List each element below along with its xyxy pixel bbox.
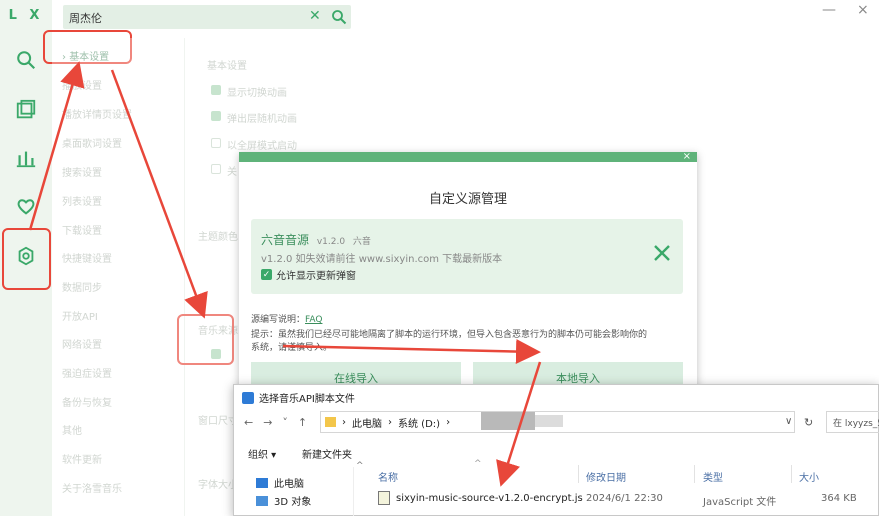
faq-link[interactable]: FAQ <box>305 315 322 325</box>
dialog-title: 自定义源管理 <box>428 192 507 207</box>
file-modified: 2024/6/1 22:30 <box>586 493 663 504</box>
minimize-button[interactable]: — <box>822 2 836 18</box>
folder-search-input[interactable]: 在 lxyyzs_5 <box>826 411 879 433</box>
app-logo: L X <box>8 8 44 23</box>
column-header-name[interactable]: 名称 <box>378 469 398 484</box>
refresh-icon[interactable]: ↻ <box>804 416 813 429</box>
column-header-type[interactable]: 类型 <box>703 469 723 484</box>
search-submit-icon[interactable] <box>331 9 347 25</box>
chevron-down-icon[interactable]: ∨ <box>785 416 792 427</box>
search-nav-button[interactable] <box>6 40 46 80</box>
tree-label: 此电脑 <box>274 479 304 490</box>
nav-arrow-buttons[interactable]: ←→˅↑ <box>244 416 317 429</box>
picker-title-bar: 选择音乐API脚本文件 <box>242 390 355 405</box>
tip-faq-row: 源编写说明：FAQ <box>251 312 322 325</box>
tree-label: 3D 对象 <box>274 497 312 508</box>
folder-icon <box>325 417 336 427</box>
custom-source-dialog: × 自定义源管理 六音音源 v1.2.0 六音 v1.2.0 如失效请前往 ww… <box>239 152 697 394</box>
app-window-icon <box>242 391 254 404</box>
search-icon <box>17 51 36 70</box>
source-name: 六音音源 <box>261 233 310 247</box>
allow-update-popup-label: 允许显示更新弹窗 <box>276 271 356 282</box>
breadcrumb-item[interactable]: 此电脑 <box>352 415 382 430</box>
source-version: v1.2.0 <box>316 237 346 247</box>
file-name[interactable]: sixyin-music-source-v1.2.0-encrypt.js <box>396 493 583 504</box>
settings-highlight-box <box>2 228 51 290</box>
file-type: JavaScript 文件 <box>703 497 777 508</box>
tree-item-3d-objects[interactable]: 3D 对象 <box>256 493 311 508</box>
organize-menu[interactable]: 组织 ▾ <box>248 446 276 461</box>
sort-indicator-icon: ^ <box>474 459 482 469</box>
tip-warning-cont: 系统，请谨慎导入。 <box>251 343 333 353</box>
favorites-nav-button[interactable] <box>6 186 46 226</box>
source-author: 六音 <box>352 237 371 247</box>
heart-icon <box>17 199 35 215</box>
file-picker-window: 选择音乐API脚本文件 ←→˅↑ › 此电脑 › 系统 (D:) › ∨ ↻ 在… <box>233 384 879 516</box>
source-description: v1.2.0 如失效请前往 www.sixyin.com 下载最新版本 <box>261 254 503 265</box>
scroll-up-icon[interactable]: ^ <box>356 461 364 471</box>
computer-icon <box>256 477 268 488</box>
column-separator[interactable] <box>791 465 792 483</box>
close-window-button[interactable]: × <box>857 2 869 18</box>
source-name-row: 六音音源 v1.2.0 六音 <box>261 231 371 248</box>
js-file-icon <box>378 491 390 505</box>
songlist-icon <box>16 99 36 119</box>
column-header-size[interactable]: 大小 <box>799 469 819 484</box>
folder-tree: 此电脑 3D 对象 <box>234 467 354 516</box>
column-separator[interactable] <box>578 465 579 483</box>
file-size: 364 KB <box>821 493 857 504</box>
breadcrumb-sep: › <box>446 416 451 428</box>
source-card: 六音音源 v1.2.0 六音 v1.2.0 如失效请前往 www.sixyin.… <box>251 219 683 294</box>
breadcrumb-sep: › <box>388 416 392 428</box>
tip-prefix: 源编写说明： <box>251 315 306 325</box>
redacted-path <box>535 415 563 427</box>
tip-warning: 提示：虽然我们已经尽可能地隔离了脚本的运行环境，但导入包含恶意行为的脚本仍可能会… <box>251 330 648 340</box>
tree-item-this-pc[interactable]: 此电脑 <box>256 475 304 490</box>
remove-source-icon[interactable] <box>653 244 671 262</box>
cube-icon <box>256 495 268 506</box>
leaderboard-nav-button[interactable] <box>6 138 46 178</box>
breadcrumb-sep: › <box>342 416 346 428</box>
breadcrumb-item[interactable]: 系统 (D:) <box>398 415 440 430</box>
clear-search-icon[interactable]: ✕ <box>309 8 321 24</box>
allow-update-popup-checkbox[interactable]: ✓ 允许显示更新弹窗 <box>261 267 356 282</box>
search-input[interactable]: 周杰伦 <box>69 10 102 26</box>
close-icon[interactable]: × <box>683 152 691 162</box>
songlist-nav-button[interactable] <box>6 90 46 130</box>
column-header-modified[interactable]: 修改日期 <box>586 469 626 484</box>
redacted-path <box>481 412 535 430</box>
bar-chart-icon <box>16 151 36 168</box>
picker-title: 选择音乐API脚本文件 <box>259 394 355 405</box>
column-separator[interactable] <box>694 465 695 483</box>
search-bar[interactable]: 周杰伦 ✕ <box>63 5 351 29</box>
new-folder-button[interactable]: 新建文件夹 <box>302 446 352 461</box>
check-icon: ✓ <box>261 269 272 280</box>
